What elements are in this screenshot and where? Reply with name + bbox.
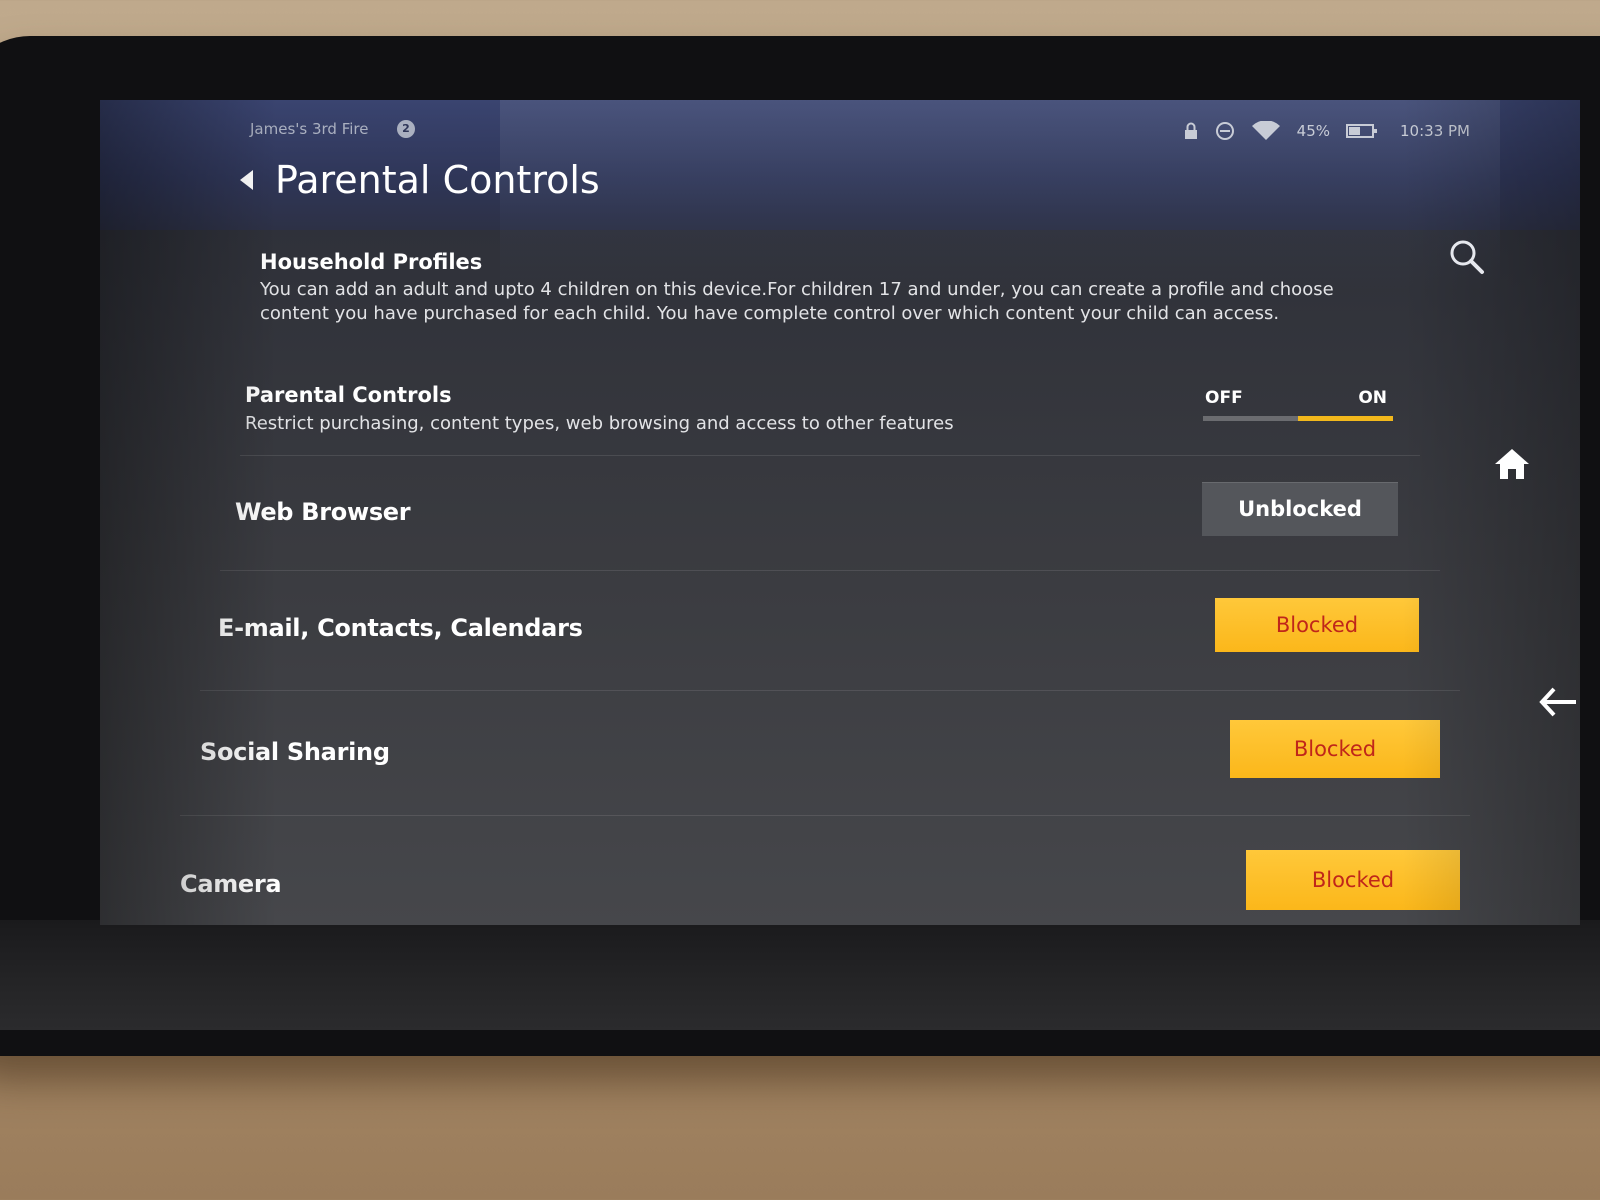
toggle-on-label: ON bbox=[1358, 388, 1387, 408]
setting-label-email-contacts-calendars: E-mail, Contacts, Calendars bbox=[218, 614, 583, 642]
divider bbox=[240, 455, 1420, 456]
parental-controls-title: Parental Controls bbox=[245, 383, 452, 407]
web-browser-status-button[interactable]: Unblocked bbox=[1202, 482, 1398, 536]
setting-label-camera: Camera bbox=[180, 870, 282, 898]
toggle-off-label: OFF bbox=[1205, 388, 1243, 408]
household-profiles-item[interactable]: Household Profiles You can add an adult … bbox=[260, 250, 1340, 326]
setting-label-web-browser: Web Browser bbox=[235, 498, 411, 526]
clock: 10:33 PM bbox=[1400, 122, 1470, 140]
status-icons: 45% 10:33 PM bbox=[1183, 116, 1470, 146]
tablet-bezel-bottom bbox=[0, 920, 1600, 1030]
device-name: James's 3rd Fire bbox=[250, 120, 369, 138]
parental-controls-item: Parental Controls Restrict purchasing, c… bbox=[245, 383, 1125, 434]
status-bar: James's 3rd Fire 2 45% 10:33 PM bbox=[250, 116, 1470, 146]
page-title: Parental Controls bbox=[275, 158, 600, 202]
divider bbox=[220, 570, 1440, 571]
camera-status-button[interactable]: Blocked bbox=[1246, 850, 1460, 910]
household-profiles-description: You can add an adult and upto 4 children… bbox=[260, 279, 1334, 324]
social-sharing-status-button[interactable]: Blocked bbox=[1230, 720, 1440, 778]
do-not-disturb-icon bbox=[1215, 121, 1235, 141]
divider bbox=[180, 815, 1470, 816]
parental-controls-toggle[interactable]: OFF ON bbox=[1203, 386, 1393, 426]
home-icon[interactable] bbox=[1492, 446, 1532, 486]
battery-percent: 45% bbox=[1296, 122, 1331, 140]
notification-badge[interactable]: 2 bbox=[397, 120, 415, 138]
divider bbox=[200, 690, 1460, 691]
battery-icon bbox=[1346, 123, 1378, 139]
lock-icon bbox=[1183, 122, 1199, 140]
email-contacts-calendars-status-button[interactable]: Blocked bbox=[1215, 598, 1419, 652]
search-icon[interactable] bbox=[1448, 238, 1488, 282]
back-chevron-icon[interactable] bbox=[240, 170, 253, 190]
toggle-fill bbox=[1298, 416, 1393, 421]
back-arrow-icon[interactable] bbox=[1538, 685, 1578, 723]
household-profiles-title: Household Profiles bbox=[260, 250, 483, 274]
parental-controls-description: Restrict purchasing, content types, web … bbox=[245, 413, 954, 434]
setting-label-social-sharing: Social Sharing bbox=[200, 738, 390, 766]
title-row: Parental Controls bbox=[240, 152, 600, 208]
wifi-icon bbox=[1251, 121, 1281, 141]
settings-screen: James's 3rd Fire 2 45% 10:33 PM Parental… bbox=[100, 100, 1580, 925]
navigation-bar bbox=[1450, 100, 1600, 920]
